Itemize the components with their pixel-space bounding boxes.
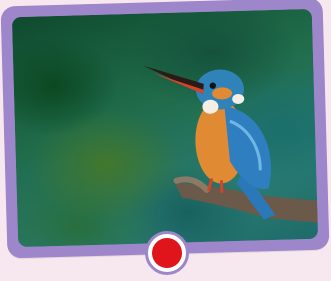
- record-button[interactable]: [145, 231, 189, 275]
- record-icon: [152, 238, 182, 268]
- photo-frame: [0, 0, 330, 259]
- camera-preview: [0, 0, 331, 281]
- kingfisher-image: [143, 65, 318, 223]
- photo: [11, 8, 319, 248]
